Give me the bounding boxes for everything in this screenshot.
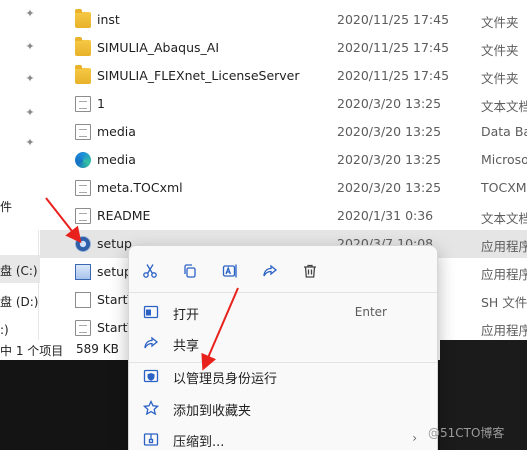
watermark-text: @51CTO博客: [428, 426, 505, 440]
menu-item-compress[interactable]: 压缩到... ›: [133, 424, 433, 450]
menu-item-label: 共享: [173, 339, 200, 354]
pin-icon[interactable]: ✦: [24, 8, 36, 20]
file-date: 2020/1/31 0:36: [337, 208, 434, 223]
menu-item-label: 压缩到...: [173, 435, 225, 450]
nav-item-label[interactable]: 件: [0, 198, 12, 215]
file-name: SIMULIA_Abaqus_AI: [97, 40, 220, 55]
file-type: 应用程序: [481, 239, 527, 254]
file-name: media: [97, 152, 136, 167]
menu-item-label: 打开: [173, 308, 200, 323]
file-type: 文件夹: [481, 43, 519, 58]
file-date: 2020/11/25 17:45: [337, 12, 450, 27]
rename-icon: [222, 264, 237, 278]
share-icon: [263, 264, 278, 277]
star-icon: [143, 400, 159, 416]
context-menu: 打开 Enter 共享 以管理员身份运行 添加到收藏夹 压缩到... ›: [128, 245, 438, 450]
file-date: 2020/11/25 17:45: [337, 40, 450, 55]
text-file-icon: [75, 208, 91, 224]
file-date: 2020/3/20 13:25: [337, 124, 442, 139]
zip-icon: [143, 433, 159, 446]
file-name: inst: [97, 12, 120, 27]
file-name: 1: [97, 96, 105, 111]
data-file-icon: [75, 124, 91, 140]
admin-shield-icon: [143, 369, 159, 383]
menu-item-add-to-favorites[interactable]: 添加到收藏夹: [133, 393, 433, 423]
menu-item-label: 添加到收藏夹: [173, 404, 252, 419]
folder-icon: [75, 65, 91, 84]
pin-icon[interactable]: ✦: [24, 73, 36, 85]
copy-icon: [184, 264, 196, 278]
pin-icon[interactable]: ✦: [24, 41, 36, 53]
status-selected-count: 中 1 个项目: [0, 344, 64, 358]
open-icon: [143, 305, 159, 319]
menu-item-shortcut: Enter: [354, 305, 387, 319]
status-selected-size: 589 KB: [76, 342, 119, 356]
file-name: meta.TOCxml: [97, 180, 183, 195]
file-row[interactable]: inst 2020/11/25 17:45 文件夹: [40, 6, 527, 34]
delete-icon: [304, 264, 316, 278]
file-type: 文件夹: [481, 15, 519, 30]
file-date: 2020/3/20 13:25: [337, 152, 442, 167]
pin-icon[interactable]: ✦: [24, 137, 36, 149]
pin-icon[interactable]: ✦: [24, 107, 36, 119]
submenu-chevron-icon: ›: [412, 431, 417, 445]
app-file-icon: [75, 320, 91, 336]
file-date: 2020/11/25 17:45: [337, 68, 450, 83]
setup-window-icon: [75, 264, 91, 280]
menu-item-share[interactable]: 共享: [133, 328, 433, 358]
file-row[interactable]: SIMULIA_Abaqus_AI 2020/11/25 17:45 文件夹: [40, 34, 527, 62]
file-type: SH 文件: [481, 295, 527, 310]
file-type: TOCXM: [481, 180, 527, 195]
file-row[interactable]: media 2020/3/20 13:25 Data Ba: [40, 118, 527, 146]
setup-gear-icon: [75, 236, 91, 252]
share-button[interactable]: [257, 258, 283, 284]
folder-icon: [75, 9, 91, 28]
pane-divider[interactable]: [38, 230, 39, 340]
file-type: 文件夹: [481, 71, 519, 86]
cut-icon: [143, 264, 157, 278]
rename-button[interactable]: [217, 258, 243, 284]
xml-file-icon: [75, 180, 91, 196]
file-date: 2020/3/20 13:25: [337, 180, 442, 195]
file-name: setup: [97, 264, 132, 279]
nav-item-drive-c-label[interactable]: 盘 (C:): [0, 262, 38, 279]
file-name: SIMULIA_FLEXnet_LicenseServer: [97, 68, 300, 83]
nav-item-drive-d-label[interactable]: 盘 (D:): [0, 293, 38, 310]
folder-icon: [75, 37, 91, 56]
status-bar: 中 1 个项目 589 KB: [0, 340, 130, 360]
file-type: 应用程序: [481, 323, 527, 338]
file-row[interactable]: README 2020/1/31 0:36 文本文档: [40, 202, 527, 230]
file-type: 文本文档: [481, 99, 527, 114]
text-file-icon: [75, 96, 91, 112]
file-name: setup: [97, 236, 132, 251]
file-type: Data Ba: [481, 124, 527, 139]
nav-item-drive-label[interactable]: :): [0, 323, 9, 337]
file-row[interactable]: SIMULIA_FLEXnet_LicenseServer 2020/11/25…: [40, 62, 527, 90]
navigation-pane: ✦ ✦ ✦ ✦ ✦ 件 盘 (C:) 盘 (D:) :): [0, 0, 40, 340]
sh-file-icon: [75, 292, 91, 308]
share-icon: [144, 336, 159, 349]
cut-button[interactable]: [137, 258, 163, 284]
file-name: README: [97, 208, 151, 223]
menu-separator: [129, 292, 437, 293]
menu-item-label: 以管理员身份运行: [173, 372, 278, 387]
file-type: 文本文档: [481, 211, 527, 226]
file-name: media: [97, 124, 136, 139]
file-type: Microso: [481, 152, 527, 167]
file-row[interactable]: 1 2020/3/20 13:25 文本文档: [40, 90, 527, 118]
edge-icon: [75, 152, 91, 168]
copy-button[interactable]: [177, 258, 203, 284]
menu-item-open[interactable]: 打开 Enter: [133, 297, 433, 327]
delete-button[interactable]: [297, 258, 323, 284]
file-date: 2020/3/20 13:25: [337, 96, 442, 111]
file-row[interactable]: meta.TOCxml 2020/3/20 13:25 TOCXM: [40, 174, 527, 202]
file-type: 应用程序: [481, 267, 527, 282]
file-row[interactable]: media 2020/3/20 13:25 Microso: [40, 146, 527, 174]
menu-item-run-as-admin[interactable]: 以管理员身份运行: [133, 361, 433, 391]
